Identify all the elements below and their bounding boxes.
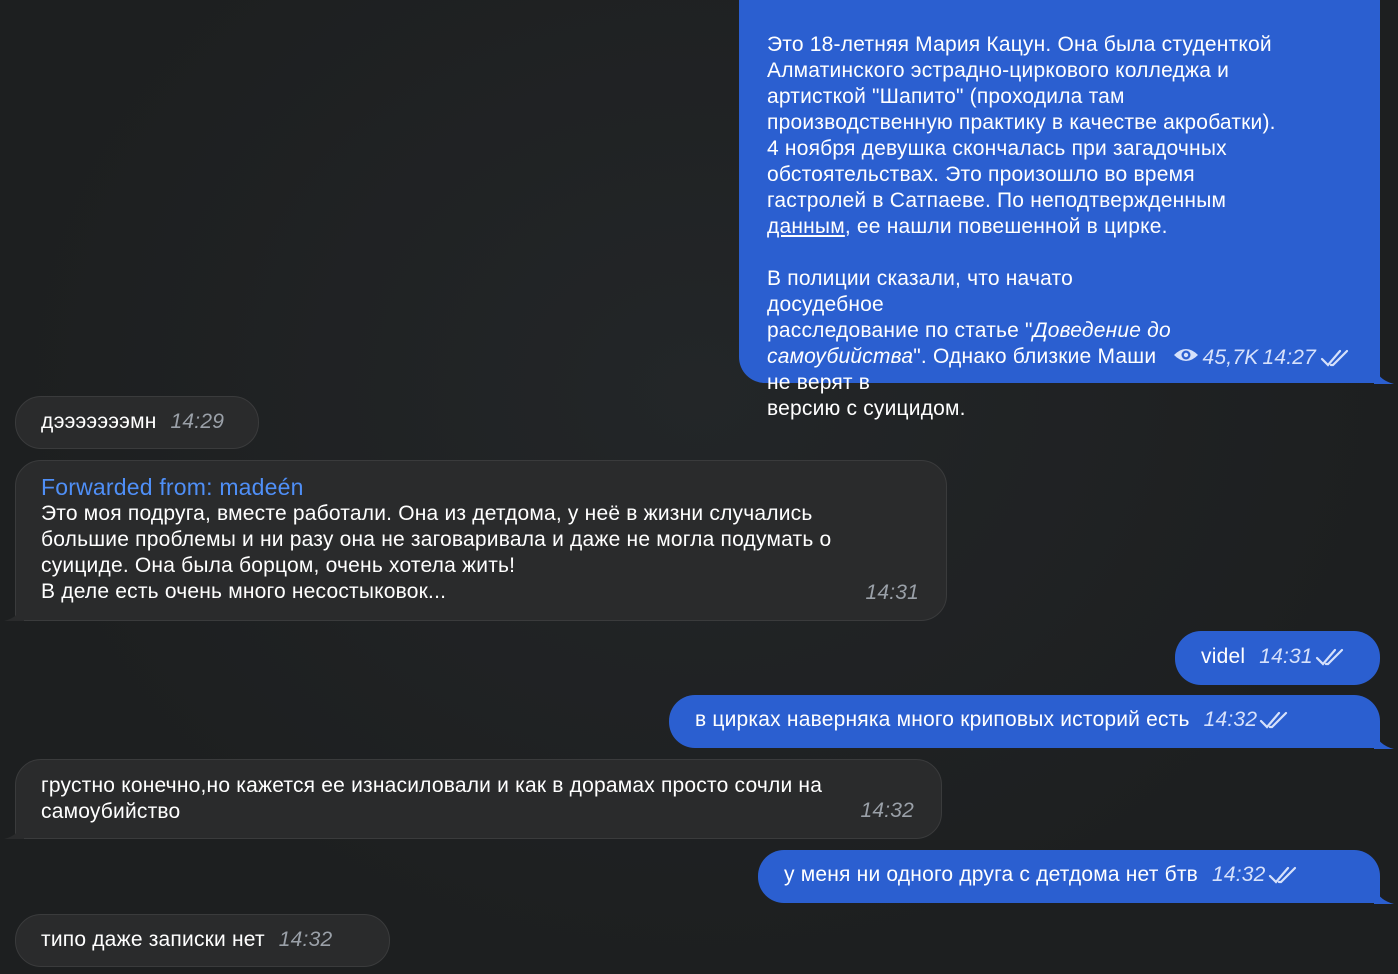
forwarded-header[interactable]: Forwarded from: madeén xyxy=(41,473,921,501)
message-time: 14:31 xyxy=(1259,645,1313,668)
bubble-tail xyxy=(1374,886,1394,904)
chat-area[interactable]: Это 18-летняя Мария Кацун. Она была студ… xyxy=(0,0,1398,974)
message-text: грустно конечно,но кажется ее изнасилова… xyxy=(41,774,823,823)
message-time: 14:32 xyxy=(1203,708,1258,731)
message-text: videl xyxy=(1201,645,1246,668)
message-text: типо даже записки нет xyxy=(41,928,265,951)
message-time: 14:32 xyxy=(278,928,333,951)
message-text: в цирках наверняка много криповых истори… xyxy=(695,708,1190,731)
double-check-icon xyxy=(1315,647,1347,667)
message-time: 14:31 xyxy=(865,581,919,604)
bubble-tail xyxy=(4,821,24,839)
link-data[interactable]: данным xyxy=(767,215,845,238)
message-time: 14:27 xyxy=(1262,346,1316,369)
double-check-icon xyxy=(1268,865,1300,885)
message-incoming[interactable]: дэээээээмн 14:29 xyxy=(15,396,259,449)
message-text: у меня ни одного друга с детдома нет бтв xyxy=(784,863,1198,886)
message-text: Это 18-летняя Мария Кацун. Она была студ… xyxy=(767,33,1276,238)
message-time: 14:32 xyxy=(860,799,914,822)
message-text: Это моя подруга, вместе работали. Она из… xyxy=(41,502,832,603)
message-incoming[interactable]: типо даже записки нет 14:32 xyxy=(15,914,390,967)
message-outgoing[interactable]: в цирках наверняка много криповых истори… xyxy=(669,695,1394,749)
message-incoming[interactable]: грустно конечно,но кажется ее изнасилова… xyxy=(4,759,942,839)
eye-icon xyxy=(1173,345,1199,371)
message-time: 14:29 xyxy=(170,410,225,433)
double-check-icon xyxy=(1320,348,1352,368)
bubble-tail xyxy=(1374,366,1394,384)
message-incoming-forwarded[interactable]: Forwarded from: madeén Это моя подруга, … xyxy=(4,460,947,621)
message-meta: 45,7K 14:27 xyxy=(1173,345,1352,371)
message-outgoing-article[interactable]: Это 18-летняя Мария Кацун. Она была студ… xyxy=(739,0,1394,420)
bubble-tail xyxy=(1374,731,1394,749)
view-count: 45,7K xyxy=(1202,346,1259,369)
message-time: 14:32 xyxy=(1212,863,1266,886)
message-text: дэээээээмн xyxy=(41,410,157,433)
message-outgoing[interactable]: у меня ни одного друга с детдома нет бтв… xyxy=(758,850,1394,904)
bubble-tail xyxy=(4,603,24,621)
message-outgoing[interactable]: videl 14:31 xyxy=(1175,631,1380,685)
double-check-icon xyxy=(1259,710,1291,730)
forwarded-sender: madeén xyxy=(219,474,304,500)
message-text-part2: В полиции сказали, что начато досудебное… xyxy=(767,267,1171,420)
